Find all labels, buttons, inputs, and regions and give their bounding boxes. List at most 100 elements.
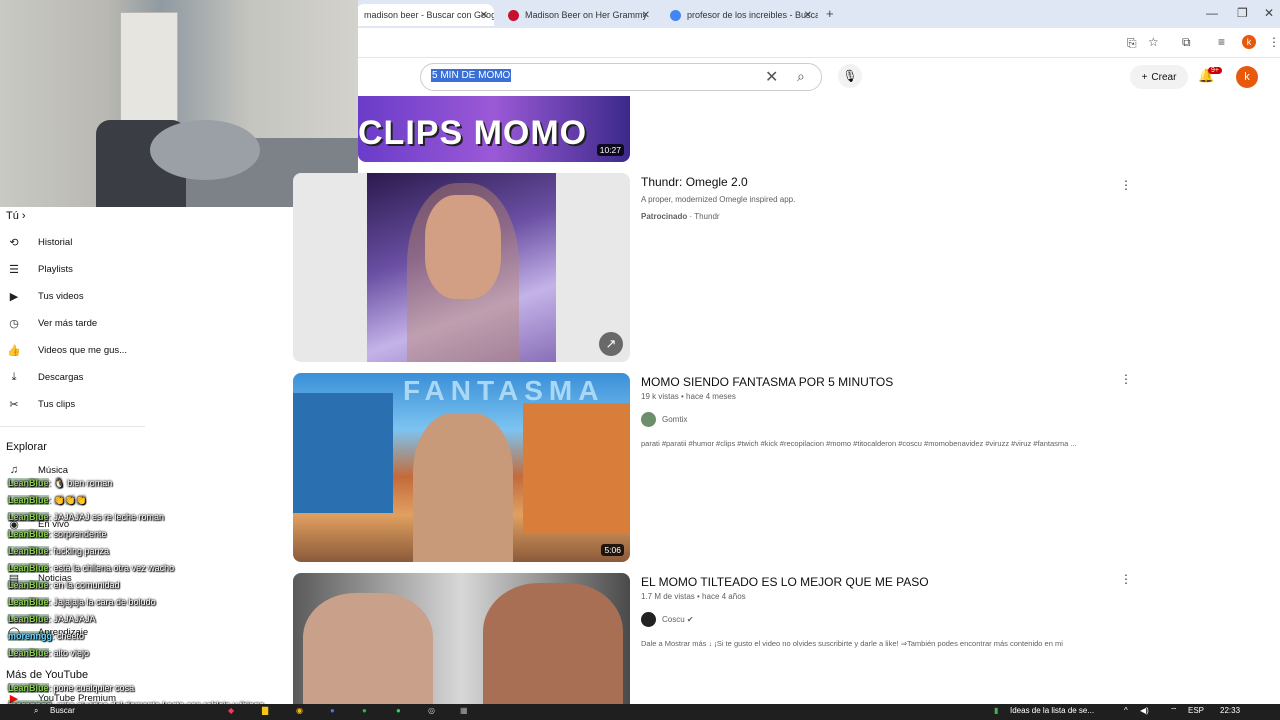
webcam-fur: [150, 120, 260, 180]
chat-text: : 🐧 bien roman: [48, 478, 113, 488]
sidebar-item-liked[interactable]: 👍 Videos que me gus...: [6, 341, 127, 359]
volume-icon[interactable]: ◀): [1140, 706, 1149, 715]
wifi-icon[interactable]: ⌔: [1170, 706, 1178, 716]
taskbar-news[interactable]: Ideas de la lista de se...: [1010, 706, 1094, 715]
ad-title[interactable]: Thundr: Omegle 2.0: [641, 175, 748, 189]
chat-text: : en la comunidad: [48, 580, 120, 590]
chat-text: : cheeto: [52, 631, 85, 641]
window-close-icon[interactable]: ✕: [1264, 6, 1274, 20]
thumb-person-left: [303, 593, 433, 704]
chrome-icon[interactable]: ◉: [296, 706, 303, 715]
more-youtube-heading: Más de YouTube: [6, 669, 89, 681]
language-indicator[interactable]: ESP: [1188, 706, 1204, 715]
chevron-up-icon[interactable]: ^: [1124, 706, 1128, 715]
cast-icon[interactable]: ⎘: [1127, 36, 1137, 51]
video-meta: 1.7 M de vistas • hace 4 años: [641, 592, 746, 601]
tiktok-icon[interactable]: ◆: [228, 706, 234, 715]
ad-channel[interactable]: Thundr: [694, 212, 719, 221]
close-icon[interactable]: ✕: [804, 10, 812, 21]
chat-text: : 👏👏👏: [48, 495, 88, 505]
channel-row[interactable]: Gomtix: [641, 411, 687, 427]
browser-tab-1[interactable]: madison beer - Buscar con Google ✕: [356, 4, 494, 26]
chat-message: LeanBlue: JAJAJAJ es re leche roman: [8, 512, 164, 522]
video-title[interactable]: EL MOMO TILTEADO ES LO MEJOR QUE ME PASO: [641, 575, 929, 589]
close-icon[interactable]: ✕: [480, 10, 488, 21]
new-tab-button[interactable]: +: [826, 6, 834, 21]
ad-hair: [407, 183, 519, 362]
clock[interactable]: 22:33: [1220, 706, 1240, 715]
whatsapp-icon[interactable]: ●: [396, 706, 401, 715]
history-icon: ⟲: [9, 236, 19, 249]
sidebar-item-music[interactable]: ♫ Música: [6, 461, 68, 479]
menu-icon[interactable]: ⋮: [1268, 35, 1280, 49]
video-thumbnail[interactable]: FANTASMA 5:06: [293, 373, 630, 562]
news-icon[interactable]: ▮: [994, 706, 998, 715]
music-icon: ♫: [9, 464, 19, 476]
chevron-right-icon: ›: [21, 210, 26, 222]
mic-icon[interactable]: 🎙: [838, 64, 862, 88]
extensions-icon[interactable]: ⧉: [1182, 35, 1191, 50]
taskbar-search[interactable]: Buscar: [50, 706, 75, 715]
chat-message: LeanBlue: está la chilena otra vez wacho: [8, 563, 174, 573]
close-icon[interactable]: ✕: [642, 10, 650, 21]
create-button[interactable]: + Crear: [1130, 65, 1188, 89]
external-link-icon[interactable]: ↗: [599, 332, 623, 356]
avatar[interactable]: k: [1236, 66, 1258, 88]
search-input[interactable]: 5 MIN DE MOMO: [431, 69, 512, 82]
thumb-house-right: [523, 403, 630, 533]
folder-icon[interactable]: ▇: [262, 706, 268, 715]
browser-tab-2[interactable]: Madison Beer on Her Grammy ✕: [500, 4, 656, 26]
star-icon[interactable]: ☆: [1148, 35, 1159, 49]
clear-icon[interactable]: ✕: [765, 67, 778, 87]
chat-user: LeanBlue: [8, 614, 49, 624]
more-options-icon[interactable]: ⋮: [1120, 372, 1132, 386]
sidebar-item-watch-later[interactable]: ◷ Ver más tarde: [6, 314, 97, 332]
ad-thumbnail[interactable]: ↗: [293, 173, 630, 362]
channel-name[interactable]: Coscu: [662, 615, 685, 624]
chat-user: LeanBlue: [8, 580, 49, 590]
sidebar-item-downloads[interactable]: ⤓ Descargas: [6, 368, 84, 386]
sidebar-item-your-videos[interactable]: ▶ Tus videos: [6, 287, 84, 305]
reading-list-icon[interactable]: ≡: [1218, 35, 1225, 49]
scissors-icon: ✂: [9, 398, 19, 411]
chat-user: LeanBlue: [8, 648, 49, 658]
chat-user: LeanBlue: [8, 597, 49, 607]
restore-icon[interactable]: ❐: [1237, 6, 1248, 20]
search-icon[interactable]: ⌕: [797, 68, 805, 85]
sidebar-item-label: Ver más tarde: [38, 317, 98, 329]
spotify-icon[interactable]: ●: [362, 706, 367, 715]
more-options-icon[interactable]: ⋮: [1120, 178, 1132, 192]
sidebar-item-clips[interactable]: ✂ Tus clips: [6, 395, 75, 413]
thumbnail-text: FANTASMA: [403, 375, 605, 406]
sidebar-item-history[interactable]: ⟲ Historial: [6, 233, 72, 251]
browser-tab-3[interactable]: profesor de los increibles - Buscar ✕: [662, 4, 818, 26]
sidebar-item-playlists[interactable]: ☰ Playlists: [6, 260, 73, 278]
calculator-icon[interactable]: ▦: [460, 706, 468, 715]
channel-row[interactable]: Coscu ✔: [641, 611, 694, 627]
video-description: Dale a Mostrar más ↓ ¡Si te gusto el vid…: [641, 639, 1063, 648]
discord-icon[interactable]: ●: [330, 706, 335, 715]
explore-heading: Explorar: [6, 441, 47, 453]
minimize-icon[interactable]: —: [1206, 6, 1218, 20]
duration-badge: 5:06: [601, 544, 624, 556]
channel-avatar: [641, 611, 656, 627]
video-icon: ▶: [9, 290, 19, 303]
obs-icon[interactable]: ◎: [428, 706, 435, 715]
sidebar-item-label: Videos que me gus...: [38, 344, 128, 356]
profile-icon[interactable]: k: [1242, 35, 1256, 49]
chat-user: LeanBlue: [8, 512, 49, 522]
chat-message: LeanBlue: en la comunidad: [8, 580, 120, 590]
thumb-person-right: [483, 583, 623, 704]
video-title[interactable]: MOMO SIENDO FANTASMA POR 5 MINUTOS: [641, 375, 893, 389]
video-thumbnail[interactable]: [293, 573, 630, 704]
channel-name[interactable]: Gomtix: [662, 415, 687, 424]
search-icon[interactable]: ⌕: [34, 706, 38, 716]
video-thumbnail[interactable]: CLIPS MOMO 10:27: [358, 96, 630, 162]
chat-message: LeanBlue: sorprendente: [8, 529, 107, 539]
chat-message: LeanBlue: JAJAJAJA: [8, 614, 96, 624]
chat-text: : pone cualquier cosa: [48, 683, 135, 693]
sidebar-you[interactable]: Tú ›: [6, 210, 26, 222]
chat-message: LeanBlue: fucking panza: [8, 546, 109, 556]
more-options-icon[interactable]: ⋮: [1120, 572, 1132, 586]
search-box[interactable]: 5 MIN DE MOMO ✕ ⌕: [420, 63, 822, 91]
